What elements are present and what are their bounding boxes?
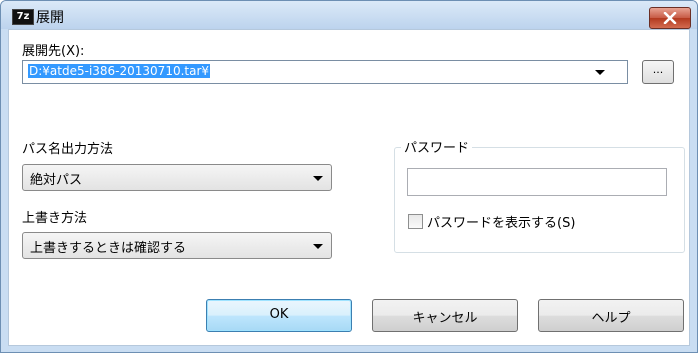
password-group: [394, 147, 685, 253]
show-password-checkbox[interactable]: [408, 214, 423, 229]
password-input[interactable]: [407, 168, 667, 196]
show-password-label[interactable]: パスワードを表示する(S): [427, 212, 575, 231]
ok-button[interactable]: OK: [206, 299, 352, 332]
cancel-button-label: キャンセル: [412, 311, 478, 326]
chevron-down-icon[interactable]: [595, 70, 605, 75]
destination-path-combo[interactable]: D:¥atde5-i386-20130710.tar¥: [22, 60, 628, 84]
browse-button[interactable]: ...: [642, 60, 674, 84]
path-mode-label: パス名出力方法: [22, 142, 114, 157]
title-bar[interactable]: 7z 展開: [1, 1, 697, 29]
ok-button-label: OK: [269, 307, 289, 322]
password-group-title: パスワード: [401, 137, 473, 156]
help-button-label: ヘルプ: [591, 311, 631, 326]
destination-label: 展開先(X):: [22, 44, 85, 59]
overwrite-mode-value: 上書きするときは確認する: [30, 241, 187, 256]
help-button[interactable]: ヘルプ: [538, 299, 684, 332]
close-button[interactable]: [649, 7, 691, 29]
path-mode-select[interactable]: 絶対パス: [22, 164, 332, 191]
destination-path-value[interactable]: D:¥atde5-i386-20130710.tar¥: [28, 64, 211, 78]
window-frame-bottom: [1, 345, 697, 352]
cancel-button[interactable]: キャンセル: [372, 299, 518, 332]
overwrite-mode-select[interactable]: 上書きするときは確認する: [22, 232, 332, 259]
path-mode-value: 絶対パス: [30, 173, 83, 188]
chevron-down-icon: [313, 244, 323, 249]
browse-button-label: ...: [652, 63, 664, 76]
dialog-title: 展開: [36, 10, 64, 26]
7zip-app-icon: 7z: [12, 9, 34, 25]
chevron-down-icon: [313, 176, 323, 181]
overwrite-mode-label: 上書き方法: [22, 211, 88, 226]
close-icon: [663, 12, 677, 24]
